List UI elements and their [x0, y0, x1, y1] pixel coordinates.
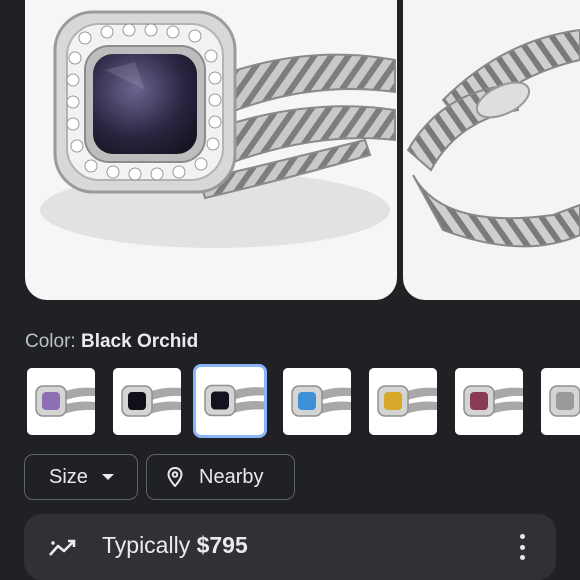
- ring-thumbnail: [196, 367, 264, 435]
- ring-front-illustration: [40, 10, 396, 248]
- ring-thumbnail: [27, 368, 95, 435]
- price-trend-icon: [48, 537, 78, 564]
- location-pin-icon: [167, 467, 183, 487]
- product-image-side[interactable]: [403, 0, 580, 300]
- color-swatch[interactable]: [455, 368, 523, 435]
- size-filter-label: Size: [49, 465, 88, 488]
- typical-price-text: Typically $795: [102, 532, 248, 559]
- product-image-main[interactable]: [25, 0, 397, 300]
- nearby-filter-chip[interactable]: Nearby: [146, 454, 295, 500]
- price-insight-card[interactable]: Typically $795: [24, 514, 556, 580]
- more-options-icon[interactable]: [512, 534, 532, 560]
- color-swatch[interactable]: [193, 364, 267, 438]
- color-selection-label: Color: Black Orchid: [25, 331, 198, 353]
- size-filter-chip[interactable]: Size: [24, 454, 138, 500]
- color-swatch[interactable]: [369, 368, 437, 435]
- ring-thumbnail: [113, 368, 181, 435]
- selected-color-name: Black Orchid: [80, 331, 199, 352]
- ring-thumbnail: [455, 368, 523, 435]
- ring-side-illustration: [406, 28, 580, 248]
- color-label-prefix: Color:: [25, 331, 76, 352]
- nearby-filter-label: Nearby: [199, 465, 264, 488]
- product-image-gallery[interactable]: [0, 0, 580, 305]
- ring-thumbnail: [541, 368, 580, 435]
- ring-thumbnail: [283, 368, 351, 435]
- price-prefix: Typically: [102, 532, 191, 558]
- dropdown-caret-icon: [101, 474, 114, 480]
- color-swatch[interactable]: [541, 368, 580, 435]
- color-swatch[interactable]: [27, 368, 95, 435]
- color-swatch[interactable]: [113, 368, 181, 435]
- price-amount: $795: [196, 532, 248, 558]
- color-swatch-list: [0, 362, 580, 440]
- ring-thumbnail: [369, 368, 437, 435]
- color-swatch[interactable]: [283, 368, 351, 435]
